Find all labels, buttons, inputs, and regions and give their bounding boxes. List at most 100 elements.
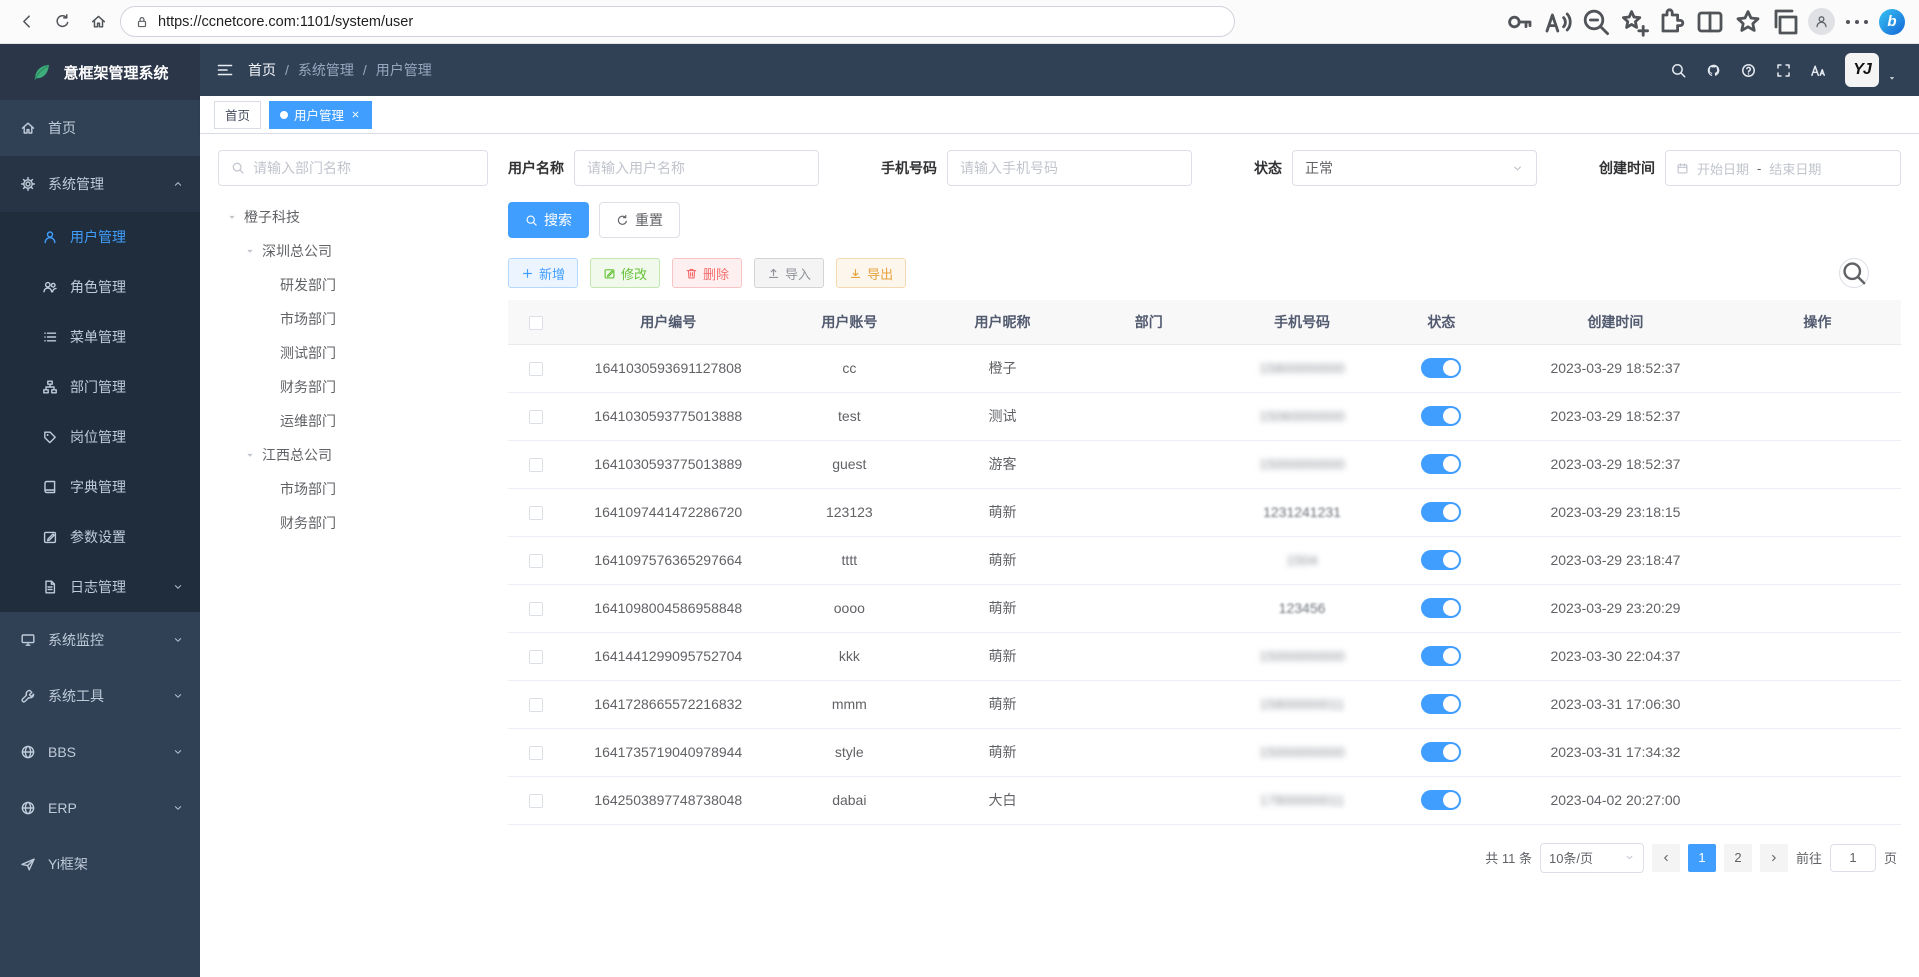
sidebar-item-home[interactable]: 首页 bbox=[0, 100, 200, 156]
status-toggle[interactable] bbox=[1421, 598, 1461, 618]
more-icon[interactable] bbox=[1841, 6, 1873, 38]
collections-icon[interactable] bbox=[1770, 6, 1802, 38]
header-help-icon[interactable] bbox=[1740, 62, 1757, 79]
favorites-icon[interactable] bbox=[1732, 6, 1764, 38]
favorite-add-icon[interactable] bbox=[1618, 6, 1650, 38]
caret-down-icon[interactable] bbox=[242, 449, 258, 461]
caret-down-icon[interactable] bbox=[224, 211, 240, 223]
status-toggle[interactable] bbox=[1421, 550, 1461, 570]
read-aloud-icon[interactable] bbox=[1542, 6, 1574, 38]
split-screen-icon[interactable] bbox=[1694, 6, 1726, 38]
status-toggle[interactable] bbox=[1421, 502, 1461, 522]
username-input[interactable] bbox=[574, 150, 819, 186]
delete-button[interactable]: 删除 bbox=[672, 258, 742, 288]
sidebar-item-menus[interactable]: 菜单管理 bbox=[0, 312, 200, 362]
reset-button[interactable]: 重置 bbox=[599, 202, 680, 238]
page-1-button[interactable]: 1 bbox=[1688, 844, 1716, 872]
status-toggle[interactable] bbox=[1421, 694, 1461, 714]
extensions-icon[interactable] bbox=[1656, 6, 1688, 38]
tab-0[interactable]: 首页 bbox=[214, 101, 261, 129]
key-icon[interactable] bbox=[1504, 6, 1536, 38]
sidebar-item-departments[interactable]: 部门管理 bbox=[0, 362, 200, 412]
sidebar-item-logs[interactable]: 日志管理 bbox=[0, 562, 200, 612]
tree-node[interactable]: 江西总公司 bbox=[218, 438, 488, 472]
browser-home-button[interactable] bbox=[82, 6, 114, 38]
header-font-size-icon[interactable] bbox=[1810, 62, 1827, 79]
sidebar-item-roles[interactable]: 角色管理 bbox=[0, 262, 200, 312]
sidebar-item-parameters[interactable]: 参数设置 bbox=[0, 512, 200, 562]
row-checkbox[interactable] bbox=[529, 650, 543, 664]
tree-node[interactable]: 深圳总公司 bbox=[218, 234, 488, 268]
tree-node[interactable]: 财务部门 bbox=[218, 506, 488, 540]
copilot-icon[interactable]: b bbox=[1879, 9, 1905, 35]
close-icon[interactable] bbox=[350, 109, 361, 120]
import-button[interactable]: 导入 bbox=[754, 258, 824, 288]
user-avatar[interactable]: YJ bbox=[1845, 53, 1879, 87]
address-bar[interactable]: https://ccnetcore.com:1101/system/user bbox=[120, 6, 1235, 37]
sidebar-item-erp[interactable]: ERP bbox=[0, 780, 200, 836]
collapse-sidebar-button[interactable] bbox=[216, 61, 234, 79]
header-github-icon[interactable] bbox=[1705, 62, 1722, 79]
row-checkbox[interactable] bbox=[529, 506, 543, 520]
tree-node[interactable]: 市场部门 bbox=[218, 472, 488, 506]
status-toggle[interactable] bbox=[1421, 358, 1461, 378]
page-2-button[interactable]: 2 bbox=[1724, 844, 1752, 872]
breadcrumb-item[interactable]: 首页 bbox=[248, 60, 276, 80]
tree-node[interactable]: 财务部门 bbox=[218, 370, 488, 404]
row-checkbox[interactable] bbox=[529, 602, 543, 616]
row-checkbox[interactable] bbox=[529, 410, 543, 424]
tree-node[interactable]: 运维部门 bbox=[218, 404, 488, 438]
row-checkbox[interactable] bbox=[529, 362, 543, 376]
status-toggle[interactable] bbox=[1421, 454, 1461, 474]
plane-icon bbox=[20, 856, 36, 872]
status-select[interactable]: 正常 bbox=[1292, 150, 1537, 186]
sidebar-item-users[interactable]: 用户管理 bbox=[0, 212, 200, 262]
status-toggle[interactable] bbox=[1421, 742, 1461, 762]
next-page-button[interactable] bbox=[1760, 844, 1788, 872]
user-nickname-cell: 萌新 bbox=[926, 728, 1079, 776]
sidebar-item-posts[interactable]: 岗位管理 bbox=[0, 412, 200, 462]
sidebar-item-system[interactable]: 系统管理 bbox=[0, 156, 200, 212]
column-header: 手机号码 bbox=[1218, 300, 1385, 344]
sidebar-item-dictionary[interactable]: 字典管理 bbox=[0, 462, 200, 512]
status-toggle[interactable] bbox=[1421, 646, 1461, 666]
row-checkbox[interactable] bbox=[529, 698, 543, 712]
page-size-select[interactable]: 10条/页 bbox=[1540, 843, 1644, 873]
status-toggle[interactable] bbox=[1421, 406, 1461, 426]
status-toggle[interactable] bbox=[1421, 790, 1461, 810]
dept-search-input[interactable]: 请输入部门名称 bbox=[218, 150, 488, 186]
caret-down-icon[interactable] bbox=[242, 245, 258, 257]
browser-reload-button[interactable] bbox=[46, 6, 78, 38]
tree-node[interactable]: 测试部门 bbox=[218, 336, 488, 370]
browser-back-button[interactable] bbox=[10, 6, 42, 38]
row-checkbox[interactable] bbox=[529, 794, 543, 808]
tree-node[interactable]: 市场部门 bbox=[218, 302, 488, 336]
row-checkbox[interactable] bbox=[529, 554, 543, 568]
add-button[interactable]: 新增 bbox=[508, 258, 578, 288]
tree-node[interactable]: 研发部门 bbox=[218, 268, 488, 302]
breadcrumb-item[interactable]: 系统管理 bbox=[298, 60, 354, 80]
goto-page-input[interactable] bbox=[1830, 844, 1876, 872]
sidebar-item-bbs[interactable]: BBS bbox=[0, 724, 200, 780]
row-checkbox[interactable] bbox=[529, 746, 543, 760]
search-button[interactable]: 搜索 bbox=[508, 202, 589, 238]
phone-input[interactable] bbox=[947, 150, 1192, 186]
prev-page-button[interactable] bbox=[1652, 844, 1680, 872]
row-checkbox[interactable] bbox=[529, 458, 543, 472]
tree-node[interactable]: 橙子科技 bbox=[218, 200, 488, 234]
select-all-checkbox[interactable] bbox=[529, 316, 543, 330]
sidebar-item-tools[interactable]: 系统工具 bbox=[0, 668, 200, 724]
header-fullscreen-icon[interactable] bbox=[1775, 62, 1792, 79]
edit-button[interactable]: 修改 bbox=[590, 258, 660, 288]
sidebar-item-monitor[interactable]: 系统监控 bbox=[0, 612, 200, 668]
tab-1[interactable]: 用户管理 bbox=[269, 101, 372, 129]
breadcrumb-item[interactable]: 用户管理 bbox=[376, 60, 432, 80]
zoom-out-icon[interactable] bbox=[1580, 6, 1612, 38]
export-button[interactable]: 导出 bbox=[836, 258, 906, 288]
date-range-picker[interactable]: 开始日期 - 结束日期 bbox=[1665, 150, 1901, 186]
browser-profile-avatar[interactable] bbox=[1808, 8, 1835, 35]
sidebar-item-yi-framework[interactable]: Yi框架 bbox=[0, 836, 200, 892]
phone-cell: 123456 bbox=[1218, 584, 1385, 632]
header-search-icon[interactable] bbox=[1670, 62, 1687, 79]
toggle-search-button[interactable] bbox=[1839, 258, 1869, 288]
